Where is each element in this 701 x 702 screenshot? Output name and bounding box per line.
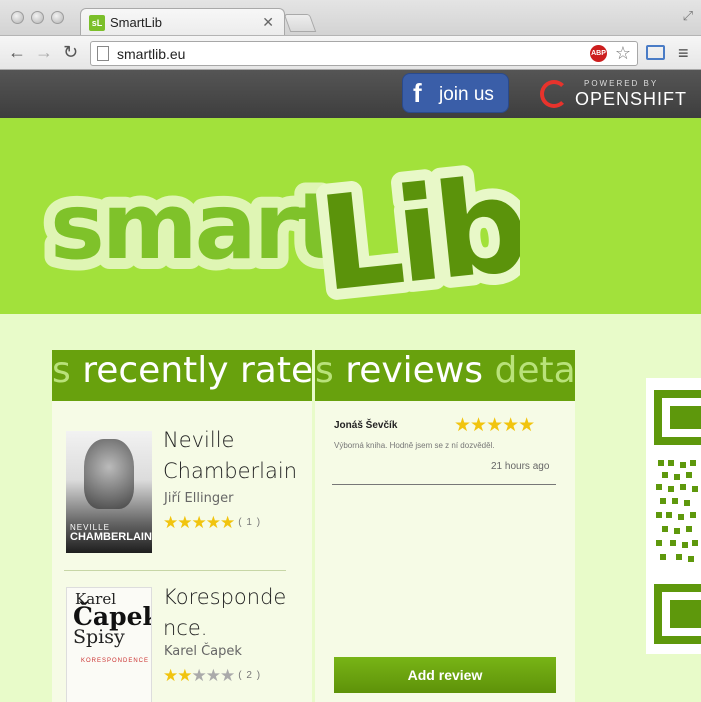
browser-titlebar: sL SmartLib ✕ ⤢ bbox=[0, 0, 701, 36]
adblock-icon[interactable]: ABP bbox=[590, 45, 607, 62]
book-rating: ★★★★★( 2 ) bbox=[163, 666, 261, 686]
star-icon: ★ bbox=[177, 513, 192, 532]
rating-count: ( 2 ) bbox=[238, 670, 262, 681]
browser-toolbar: ← → ↻ smartlib.eu ABP ☆ ≡ bbox=[0, 35, 701, 70]
reviews-panel: s reviews details Jonáš Ševčík ★★★★★ Výb… bbox=[315, 350, 575, 702]
smartlib-favicon-icon: sL bbox=[89, 15, 105, 31]
facebook-join-button[interactable]: f join us bbox=[402, 73, 509, 113]
star-icon: ★ bbox=[177, 666, 192, 685]
prev-tab-ghost[interactable]: s bbox=[52, 350, 71, 391]
review-rating: ★★★★★ bbox=[454, 415, 535, 436]
close-tab-icon[interactable]: ✕ bbox=[262, 14, 274, 31]
zoom-window-button[interactable] bbox=[51, 11, 64, 24]
prev-tab-ghost[interactable]: s bbox=[315, 350, 334, 391]
url-text[interactable]: smartlib.eu bbox=[117, 46, 185, 62]
book-title[interactable]: Koresponde nce. bbox=[163, 582, 303, 644]
powered-by-label: POWERED BY bbox=[584, 79, 659, 88]
star-icon: ★ bbox=[191, 513, 207, 532]
menu-icon[interactable]: ≡ bbox=[678, 43, 689, 64]
star-icon: ★ bbox=[163, 666, 178, 685]
review-time: 21 hours ago bbox=[491, 461, 550, 472]
star-icon: ★ bbox=[220, 513, 235, 532]
book-title[interactable]: Neville Chamberlain bbox=[163, 425, 303, 487]
new-tab-button[interactable] bbox=[283, 14, 317, 32]
join-label: join us bbox=[439, 84, 494, 105]
add-review-button[interactable]: Add review bbox=[334, 657, 556, 693]
star-icon: ★ bbox=[205, 513, 221, 532]
book-rating: ★★★★★( 1 ) bbox=[163, 513, 261, 533]
svg-text:smart: smart bbox=[50, 173, 338, 280]
reload-icon[interactable]: ↻ bbox=[63, 42, 78, 62]
book-author: Karel Čapek bbox=[164, 644, 242, 659]
review-text: Výborná kniha. Hodně jsem se z ní dozvěd… bbox=[334, 441, 495, 450]
page-icon bbox=[97, 46, 109, 61]
address-bar[interactable]: smartlib.eu ABP ☆ bbox=[90, 41, 638, 66]
recently-rated-title: recently rated bbox=[82, 350, 312, 391]
star-icon: ★ bbox=[163, 513, 178, 532]
cast-icon[interactable] bbox=[646, 45, 665, 60]
forward-icon[interactable]: → bbox=[35, 42, 53, 62]
recently-rated-panel: s recently rated NEVILLE CHAMBERLAIN Nev… bbox=[52, 350, 312, 702]
book-cover[interactable]: NEVILLE CHAMBERLAIN bbox=[66, 431, 152, 553]
qr-code[interactable] bbox=[646, 378, 701, 654]
openshift-label: OPENSHIFT bbox=[575, 89, 688, 109]
hero-banner: smartLib smart smart Lib Lib bbox=[0, 118, 701, 314]
svg-text:Lib: Lib bbox=[312, 148, 520, 308]
rating-count: ( 1 ) bbox=[238, 517, 262, 528]
site-topbar: f join us POWERED BY OPENSHIFT bbox=[0, 70, 701, 118]
smartlib-logo[interactable]: smartLib smart smart Lib Lib bbox=[40, 138, 520, 308]
tab-smartlib[interactable]: sL SmartLib ✕ bbox=[80, 8, 285, 36]
tab-title: SmartLib bbox=[110, 15, 163, 30]
bookmark-star-icon[interactable]: ☆ bbox=[615, 43, 631, 64]
fullscreen-icon[interactable]: ⤢ bbox=[683, 8, 693, 24]
back-icon[interactable]: ← bbox=[8, 42, 26, 62]
star-empty-icon: ★ bbox=[205, 666, 221, 685]
book-cover[interactable]: Karel Čapek Spisy KORESPONDENCE bbox=[66, 587, 152, 702]
tab-details[interactable]: details bbox=[494, 350, 575, 391]
content-area: s recently rated NEVILLE CHAMBERLAIN Nev… bbox=[0, 314, 701, 702]
openshift-logo-icon bbox=[540, 80, 568, 108]
close-window-button[interactable] bbox=[11, 11, 24, 24]
star-empty-icon: ★ bbox=[191, 666, 207, 685]
recently-rated-header: s recently rated bbox=[52, 350, 312, 401]
star-empty-icon: ★ bbox=[220, 666, 235, 685]
facebook-icon: f bbox=[413, 78, 422, 108]
reviews-title: reviews bbox=[345, 350, 484, 391]
book-author: Jiří Ellinger bbox=[164, 491, 234, 506]
minimize-window-button[interactable] bbox=[31, 11, 44, 24]
divider bbox=[64, 570, 286, 571]
divider bbox=[332, 484, 556, 485]
reviewer-name: Jonáš Ševčík bbox=[334, 420, 398, 431]
reviews-header: s reviews details bbox=[315, 350, 575, 401]
